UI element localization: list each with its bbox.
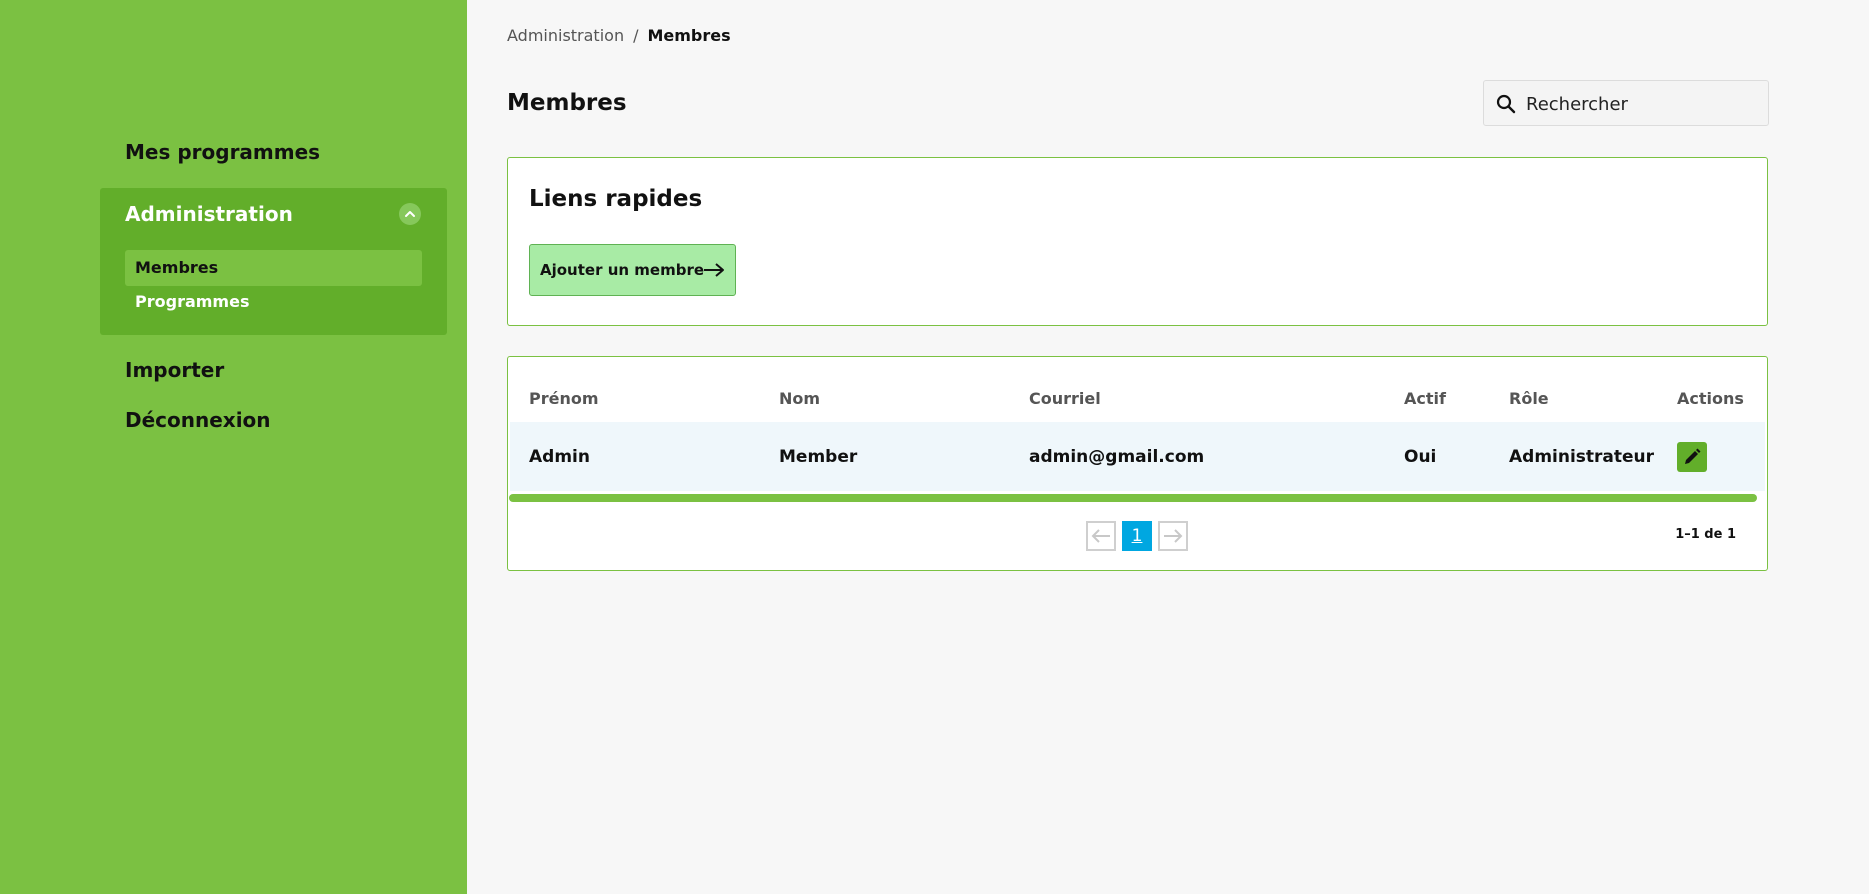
arrow-right-icon bbox=[1164, 529, 1183, 543]
breadcrumb-current: Membres bbox=[647, 26, 731, 45]
cell-courriel: admin@gmail.com bbox=[1029, 447, 1205, 467]
pencil-icon bbox=[1685, 448, 1701, 464]
quick-links-card: Liens rapides Ajouter un membre bbox=[507, 157, 1768, 326]
column-header-nom[interactable]: Nom bbox=[779, 389, 820, 408]
chevron-up-icon bbox=[405, 211, 415, 217]
arrow-right-icon bbox=[704, 263, 724, 277]
breadcrumb: Administration / Membres bbox=[507, 26, 731, 45]
column-header-courriel[interactable]: Courriel bbox=[1029, 389, 1101, 408]
nav-importer[interactable]: Importer bbox=[125, 358, 224, 382]
edit-member-button[interactable] bbox=[1677, 442, 1707, 472]
column-header-role[interactable]: Rôle bbox=[1509, 389, 1549, 408]
arrow-left-icon bbox=[1091, 529, 1110, 543]
members-table-card: Prénom Nom Courriel Actif Rôle Actions A… bbox=[507, 356, 1768, 571]
breadcrumb-parent-link[interactable]: Administration bbox=[507, 26, 624, 45]
nav-administration[interactable]: Administration bbox=[125, 202, 293, 226]
quick-links-title: Liens rapides bbox=[529, 186, 703, 212]
next-page-button[interactable] bbox=[1158, 521, 1188, 551]
breadcrumb-separator: / bbox=[633, 26, 639, 45]
nav-group-administration: Administration Membres Programmes bbox=[100, 188, 447, 335]
table-row[interactable]: Admin Member admin@gmail.com Oui Adminis… bbox=[510, 422, 1765, 491]
column-header-prenom[interactable]: Prénom bbox=[529, 389, 599, 408]
sidebar: Mes programmes Administration Membres Pr… bbox=[0, 0, 467, 894]
search-icon bbox=[1496, 94, 1516, 114]
column-header-actif[interactable]: Actif bbox=[1404, 389, 1446, 408]
nav-mes-programmes[interactable]: Mes programmes bbox=[125, 140, 320, 164]
add-member-button[interactable]: Ajouter un membre bbox=[529, 244, 736, 296]
nav-sub-membres[interactable]: Membres bbox=[125, 250, 422, 286]
cell-nom: Member bbox=[779, 447, 858, 467]
cell-actif: Oui bbox=[1404, 447, 1437, 467]
page-title: Membres bbox=[507, 90, 627, 116]
pagination-range: 1–1 de 1 bbox=[1675, 527, 1736, 542]
nav-sub-programmes[interactable]: Programmes bbox=[125, 287, 422, 317]
cell-prenom: Admin bbox=[529, 447, 590, 467]
add-member-label: Ajouter un membre bbox=[540, 261, 705, 279]
column-header-actions: Actions bbox=[1677, 389, 1744, 408]
search-box[interactable] bbox=[1483, 80, 1769, 127]
page-number-button[interactable]: 1 bbox=[1122, 521, 1152, 551]
collapse-toggle-button[interactable] bbox=[399, 203, 421, 225]
search-input[interactable] bbox=[1524, 81, 1758, 127]
previous-page-button[interactable] bbox=[1086, 521, 1116, 551]
nav-deconnexion[interactable]: Déconnexion bbox=[125, 408, 271, 432]
cell-role: Administrateur bbox=[1509, 447, 1655, 467]
horizontal-scrollbar[interactable] bbox=[509, 494, 1757, 502]
